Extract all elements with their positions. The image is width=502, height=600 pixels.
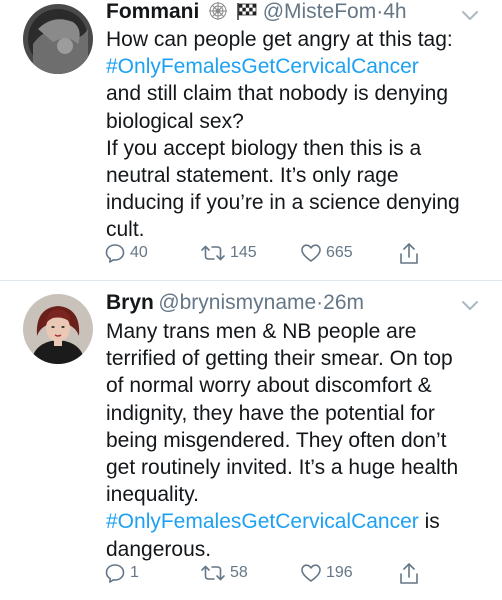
display-name[interactable]: Fommani: [106, 0, 199, 23]
share-button[interactable]: [398, 242, 420, 266]
tweet-header: Bryn @brynismyname·26m: [106, 291, 462, 317]
tweet-text-line: neutral statement. It’s only rage: [106, 164, 399, 188]
handle[interactable]: @brynismyname: [158, 291, 316, 314]
avatar[interactable]: [23, 294, 93, 364]
share-icon: [398, 242, 420, 266]
retweet-button[interactable]: 58: [200, 562, 248, 584]
tweet-text-line: #OnlyFemalesGetCervicalCancer is: [106, 508, 486, 535]
tweet-text-line: get routinely invited. It’s a huge healt…: [106, 456, 459, 480]
like-button[interactable]: 665: [300, 242, 353, 264]
heart-icon: [300, 562, 322, 584]
tweet-text: How can people get angry at this tag: #O…: [106, 26, 486, 244]
tweet-text-line: cult.: [106, 218, 145, 242]
display-name[interactable]: Bryn: [106, 291, 154, 314]
tweet-actions: 40 145 665: [0, 242, 502, 272]
like-count: 196: [326, 564, 353, 581]
like-button[interactable]: 196: [300, 562, 353, 584]
hashtag-link[interactable]: #OnlyFemalesGetCervicalCancer: [106, 53, 486, 80]
tweet-text-line: and still claim that nobody is denying: [106, 82, 449, 106]
reply-count: 40: [130, 244, 148, 261]
tweet-text-line: biological sex?: [106, 109, 244, 133]
tweet-text-line: terrified of getting their smear. On top: [106, 347, 453, 371]
tweet-text-line: If you accept biology then this is a: [106, 136, 422, 160]
tweet-text-line: Many trans men & NB people are: [106, 320, 417, 343]
tweet-text-line: being misgendered. They often don’t: [106, 428, 447, 452]
reply-button[interactable]: 1: [104, 562, 139, 584]
hashtag-link[interactable]: #OnlyFemalesGetCervicalCancer: [106, 510, 419, 533]
tweet-text-line: of normal worry about discomfort &: [106, 374, 432, 398]
tweet-text-line: indignity, they have the potential for: [106, 401, 435, 425]
tweet-header: Fommani @MisteFom·4h: [106, 0, 462, 26]
share-button[interactable]: [398, 562, 420, 586]
timestamp[interactable]: 4h: [383, 0, 406, 23]
tweet-actions: 1 58 196: [0, 562, 502, 592]
retweet-button[interactable]: 145: [200, 242, 257, 264]
tweet-text-line: dangerous.: [106, 537, 212, 561]
reply-count: 1: [130, 564, 139, 581]
retweet-icon: [200, 242, 226, 264]
tweet-text-line: inducing if you’re in a science denying: [106, 191, 460, 215]
spiderweb-icon: [208, 1, 228, 26]
tweet-text-line: How can people get angry at this tag:: [106, 28, 453, 51]
share-icon: [398, 562, 420, 586]
like-count: 665: [326, 244, 353, 261]
reply-button[interactable]: 40: [104, 242, 148, 264]
handle[interactable]: @MisteFom: [263, 0, 377, 23]
retweet-count: 145: [230, 244, 257, 261]
tweet-text-suffix: is: [418, 510, 440, 534]
heart-icon: [300, 242, 322, 264]
checkered-flag-icon: [236, 1, 258, 26]
reply-icon: [104, 562, 126, 584]
tweet-text: Many trans men & NB people are terrified…: [106, 318, 486, 563]
avatar[interactable]: [23, 4, 93, 74]
tweet[interactable]: Fommani @MisteFom·4h How can people get …: [0, 0, 502, 281]
chevron-down-icon[interactable]: [460, 8, 480, 22]
retweet-icon: [200, 562, 226, 584]
tweet[interactable]: Bryn @brynismyname·26m Many trans men & …: [0, 281, 502, 600]
retweet-count: 58: [230, 564, 248, 581]
chevron-down-icon[interactable]: [460, 298, 480, 312]
timestamp[interactable]: 26m: [323, 291, 364, 314]
tweet-text-line: inequality.: [106, 483, 200, 507]
reply-icon: [104, 242, 126, 264]
